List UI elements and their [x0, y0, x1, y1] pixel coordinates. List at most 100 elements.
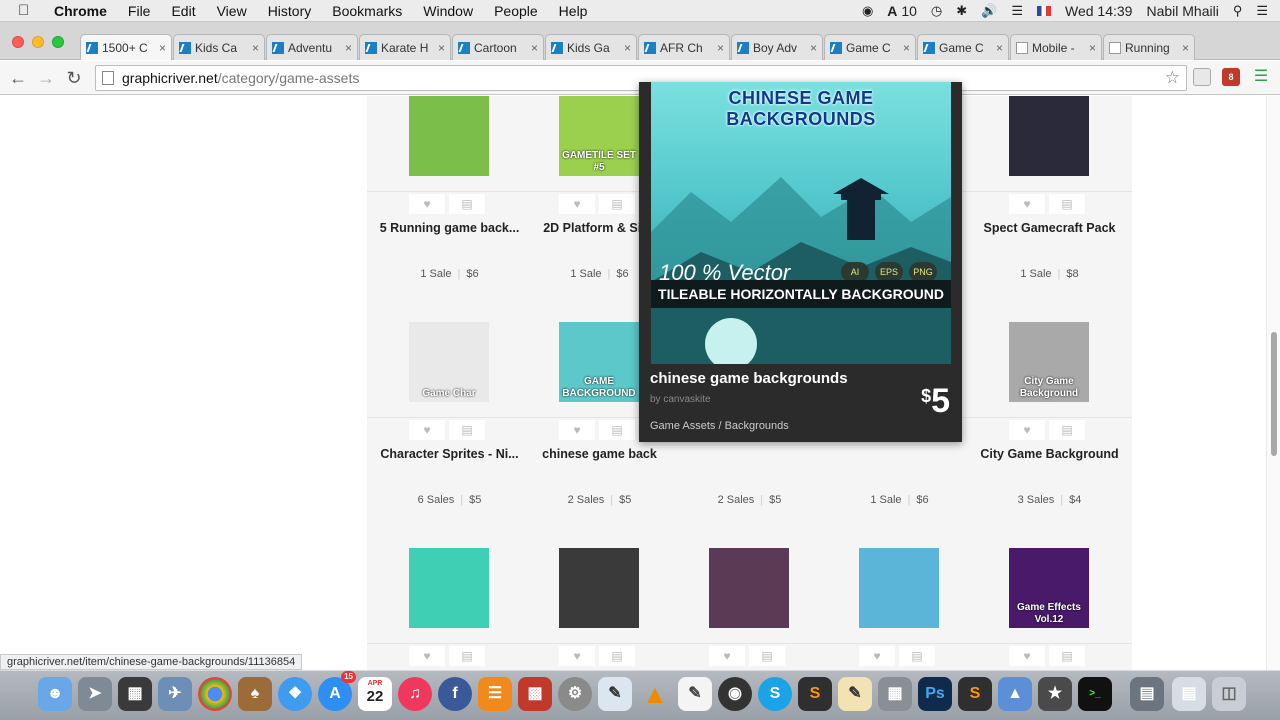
extension-wp-icon[interactable]: 8 — [1222, 68, 1240, 86]
tab-close-icon[interactable]: × — [345, 41, 352, 55]
tab-2[interactable]: Adventu × — [266, 34, 358, 60]
dropzone-icon[interactable]: ▲ — [998, 677, 1032, 711]
tab-1[interactable]: Kids Ca × — [173, 34, 265, 60]
product-thumbnail[interactable] — [559, 548, 639, 628]
chrome-app-icon[interactable] — [198, 677, 232, 711]
favorite-heart-icon[interactable]: ♥ — [709, 646, 745, 666]
add-to-collection-icon[interactable]: ▤ — [1049, 646, 1085, 666]
product-card[interactable]: City Game Background ♥ ▤ City Game Backgrou… — [967, 196, 1119, 506]
preview-app-icon[interactable]: ✈ — [158, 677, 192, 711]
tab-close-icon[interactable]: × — [810, 41, 817, 55]
battery-indicator[interactable]: A 10 — [887, 3, 917, 19]
back-arrow-icon[interactable]: ← — [7, 67, 29, 89]
tab-close-icon[interactable]: × — [1182, 41, 1189, 55]
menu-edit[interactable]: Edit — [171, 3, 195, 19]
photo-booth-icon[interactable]: ▩ — [518, 677, 552, 711]
menu-file[interactable]: File — [128, 3, 151, 19]
tab-7[interactable]: Boy Adv × — [731, 34, 823, 60]
tab-10[interactable]: Mobile - × — [1010, 34, 1102, 60]
product-card[interactable]: ♥▤4 game backgrounds — [817, 422, 967, 666]
imovie-icon[interactable]: ★ — [1038, 677, 1072, 711]
add-to-collection-icon[interactable]: ▤ — [449, 646, 485, 666]
menu-history[interactable]: History — [268, 3, 312, 19]
trash-icon[interactable]: ◫ — [1212, 677, 1246, 711]
camtasia-icon[interactable]: ◉ — [718, 677, 752, 711]
tab-close-icon[interactable]: × — [531, 41, 538, 55]
tab-close-icon[interactable]: × — [717, 41, 724, 55]
reload-icon[interactable]: ↻ — [63, 67, 85, 89]
apple-menu-icon[interactable]:  — [18, 2, 36, 19]
calendar-icon[interactable]: APR 22 — [358, 677, 392, 711]
tab-close-icon[interactable]: × — [624, 41, 631, 55]
vlc-icon[interactable]: ▲ — [638, 677, 672, 711]
safari-icon[interactable]: ❖ — [278, 677, 312, 711]
menu-help[interactable]: Help — [559, 3, 588, 19]
tab-4[interactable]: Cartoon × — [452, 34, 544, 60]
product-thumbnail[interactable] — [409, 96, 489, 176]
product-thumbnail[interactable]: Game Char — [409, 322, 489, 402]
facebook-icon[interactable]: f — [438, 677, 472, 711]
flag-icon[interactable] — [1036, 6, 1051, 16]
tab-close-icon[interactable]: × — [1089, 41, 1096, 55]
mission-control-icon[interactable]: ▦ — [118, 677, 152, 711]
camera-icon[interactable]: ◉ — [862, 3, 873, 19]
spotlight-search-icon[interactable]: ⚲ — [1233, 3, 1243, 19]
contacts-icon[interactable]: ♠ — [238, 677, 272, 711]
user-name[interactable]: Nabil Mhaili — [1146, 3, 1218, 19]
menu-view[interactable]: View — [217, 3, 247, 19]
notification-center-icon[interactable]: ☰ — [1256, 3, 1268, 19]
tab-close-icon[interactable]: × — [996, 41, 1003, 55]
textedit-icon[interactable]: ✎ — [598, 677, 632, 711]
clock[interactable]: Wed 14:39 — [1065, 3, 1132, 19]
close-window-button[interactable] — [12, 36, 24, 48]
itunes-icon[interactable]: ♫ — [398, 677, 432, 711]
favorite-heart-icon[interactable]: ♥ — [859, 646, 895, 666]
product-card[interactable]: ♥ ▤ Spect Gamecraft Pack 1 Sale | $8 — [967, 96, 1117, 280]
product-card[interactable]: ♥ ▤ 5 Running game back... 1 Sale | $6 — [367, 96, 519, 280]
sublime-text-icon[interactable]: S — [798, 677, 832, 711]
bookmark-star-icon[interactable]: ☆ — [1165, 68, 1180, 88]
product-thumbnail[interactable] — [1009, 96, 1089, 176]
favorite-heart-icon[interactable]: ♥ — [409, 646, 445, 666]
menu-bookmarks[interactable]: Bookmarks — [332, 3, 402, 19]
product-thumbnail[interactable] — [409, 548, 489, 628]
product-thumbnail[interactable]: GAME BACKGROUND — [559, 322, 639, 402]
forward-arrow-icon[interactable]: → — [35, 67, 57, 89]
system-preferences-icon[interactable]: ⚙ — [558, 677, 592, 711]
menu-window[interactable]: Window — [423, 3, 473, 19]
product-thumbnail[interactable]: City Game Background — [1009, 322, 1089, 402]
menu-people[interactable]: People — [494, 3, 538, 19]
photoshop-icon[interactable]: Ps — [918, 677, 952, 711]
product-card[interactable]: Game Char ♥ ▤ Character Sprites - Ni... 6 Sa… — [367, 196, 519, 506]
zoom-window-button[interactable] — [52, 36, 64, 48]
tab-0[interactable]: 1500+ C × — [80, 34, 172, 60]
add-to-collection-icon[interactable]: ▤ — [899, 646, 935, 666]
chrome-menu-icon[interactable]: ☰ — [1252, 68, 1270, 86]
product-thumbnail[interactable]: Game Effects Vol.12 — [1009, 548, 1089, 628]
downloads-stack-icon[interactable]: ▤ — [1130, 677, 1164, 711]
tab-close-icon[interactable]: × — [252, 41, 259, 55]
minimize-window-button[interactable] — [32, 36, 44, 48]
tab-close-icon[interactable]: × — [438, 41, 445, 55]
scrollbar-thumb[interactable] — [1271, 332, 1277, 456]
wifi-icon[interactable]: ☰ — [1011, 3, 1023, 19]
page-scrollbar[interactable] — [1266, 96, 1280, 670]
add-to-collection-icon[interactable]: ▤ — [599, 646, 635, 666]
extension-download-icon[interactable] — [1193, 68, 1211, 86]
menu-app-name[interactable]: Chrome — [54, 3, 107, 19]
favorite-heart-icon[interactable]: ♥ — [1009, 646, 1045, 666]
product-card[interactable]: ♥▤Sprite sheet animation — [367, 422, 517, 666]
pages-icon[interactable]: ✎ — [838, 677, 872, 711]
product-card[interactable]: ♥▤game backgrounds — [667, 422, 817, 666]
tab-5[interactable]: Kids Ga × — [545, 34, 637, 60]
calculator-icon[interactable]: ▦ — [878, 677, 912, 711]
app-store-icon[interactable]: A 15 — [318, 671, 356, 711]
product-thumbnail[interactable]: GAMETILE SET #5 — [559, 96, 639, 176]
time-machine-icon[interactable]: ◷ — [931, 3, 942, 19]
ibooks-icon[interactable]: ☰ — [478, 677, 512, 711]
documents-stack-icon[interactable]: ▤ — [1172, 677, 1206, 711]
skype-icon[interactable]: S — [758, 677, 792, 711]
volume-icon[interactable]: 🔊 — [981, 3, 997, 19]
tab-close-icon[interactable]: × — [159, 41, 166, 55]
sublime-text-2-icon[interactable]: S — [958, 677, 992, 711]
